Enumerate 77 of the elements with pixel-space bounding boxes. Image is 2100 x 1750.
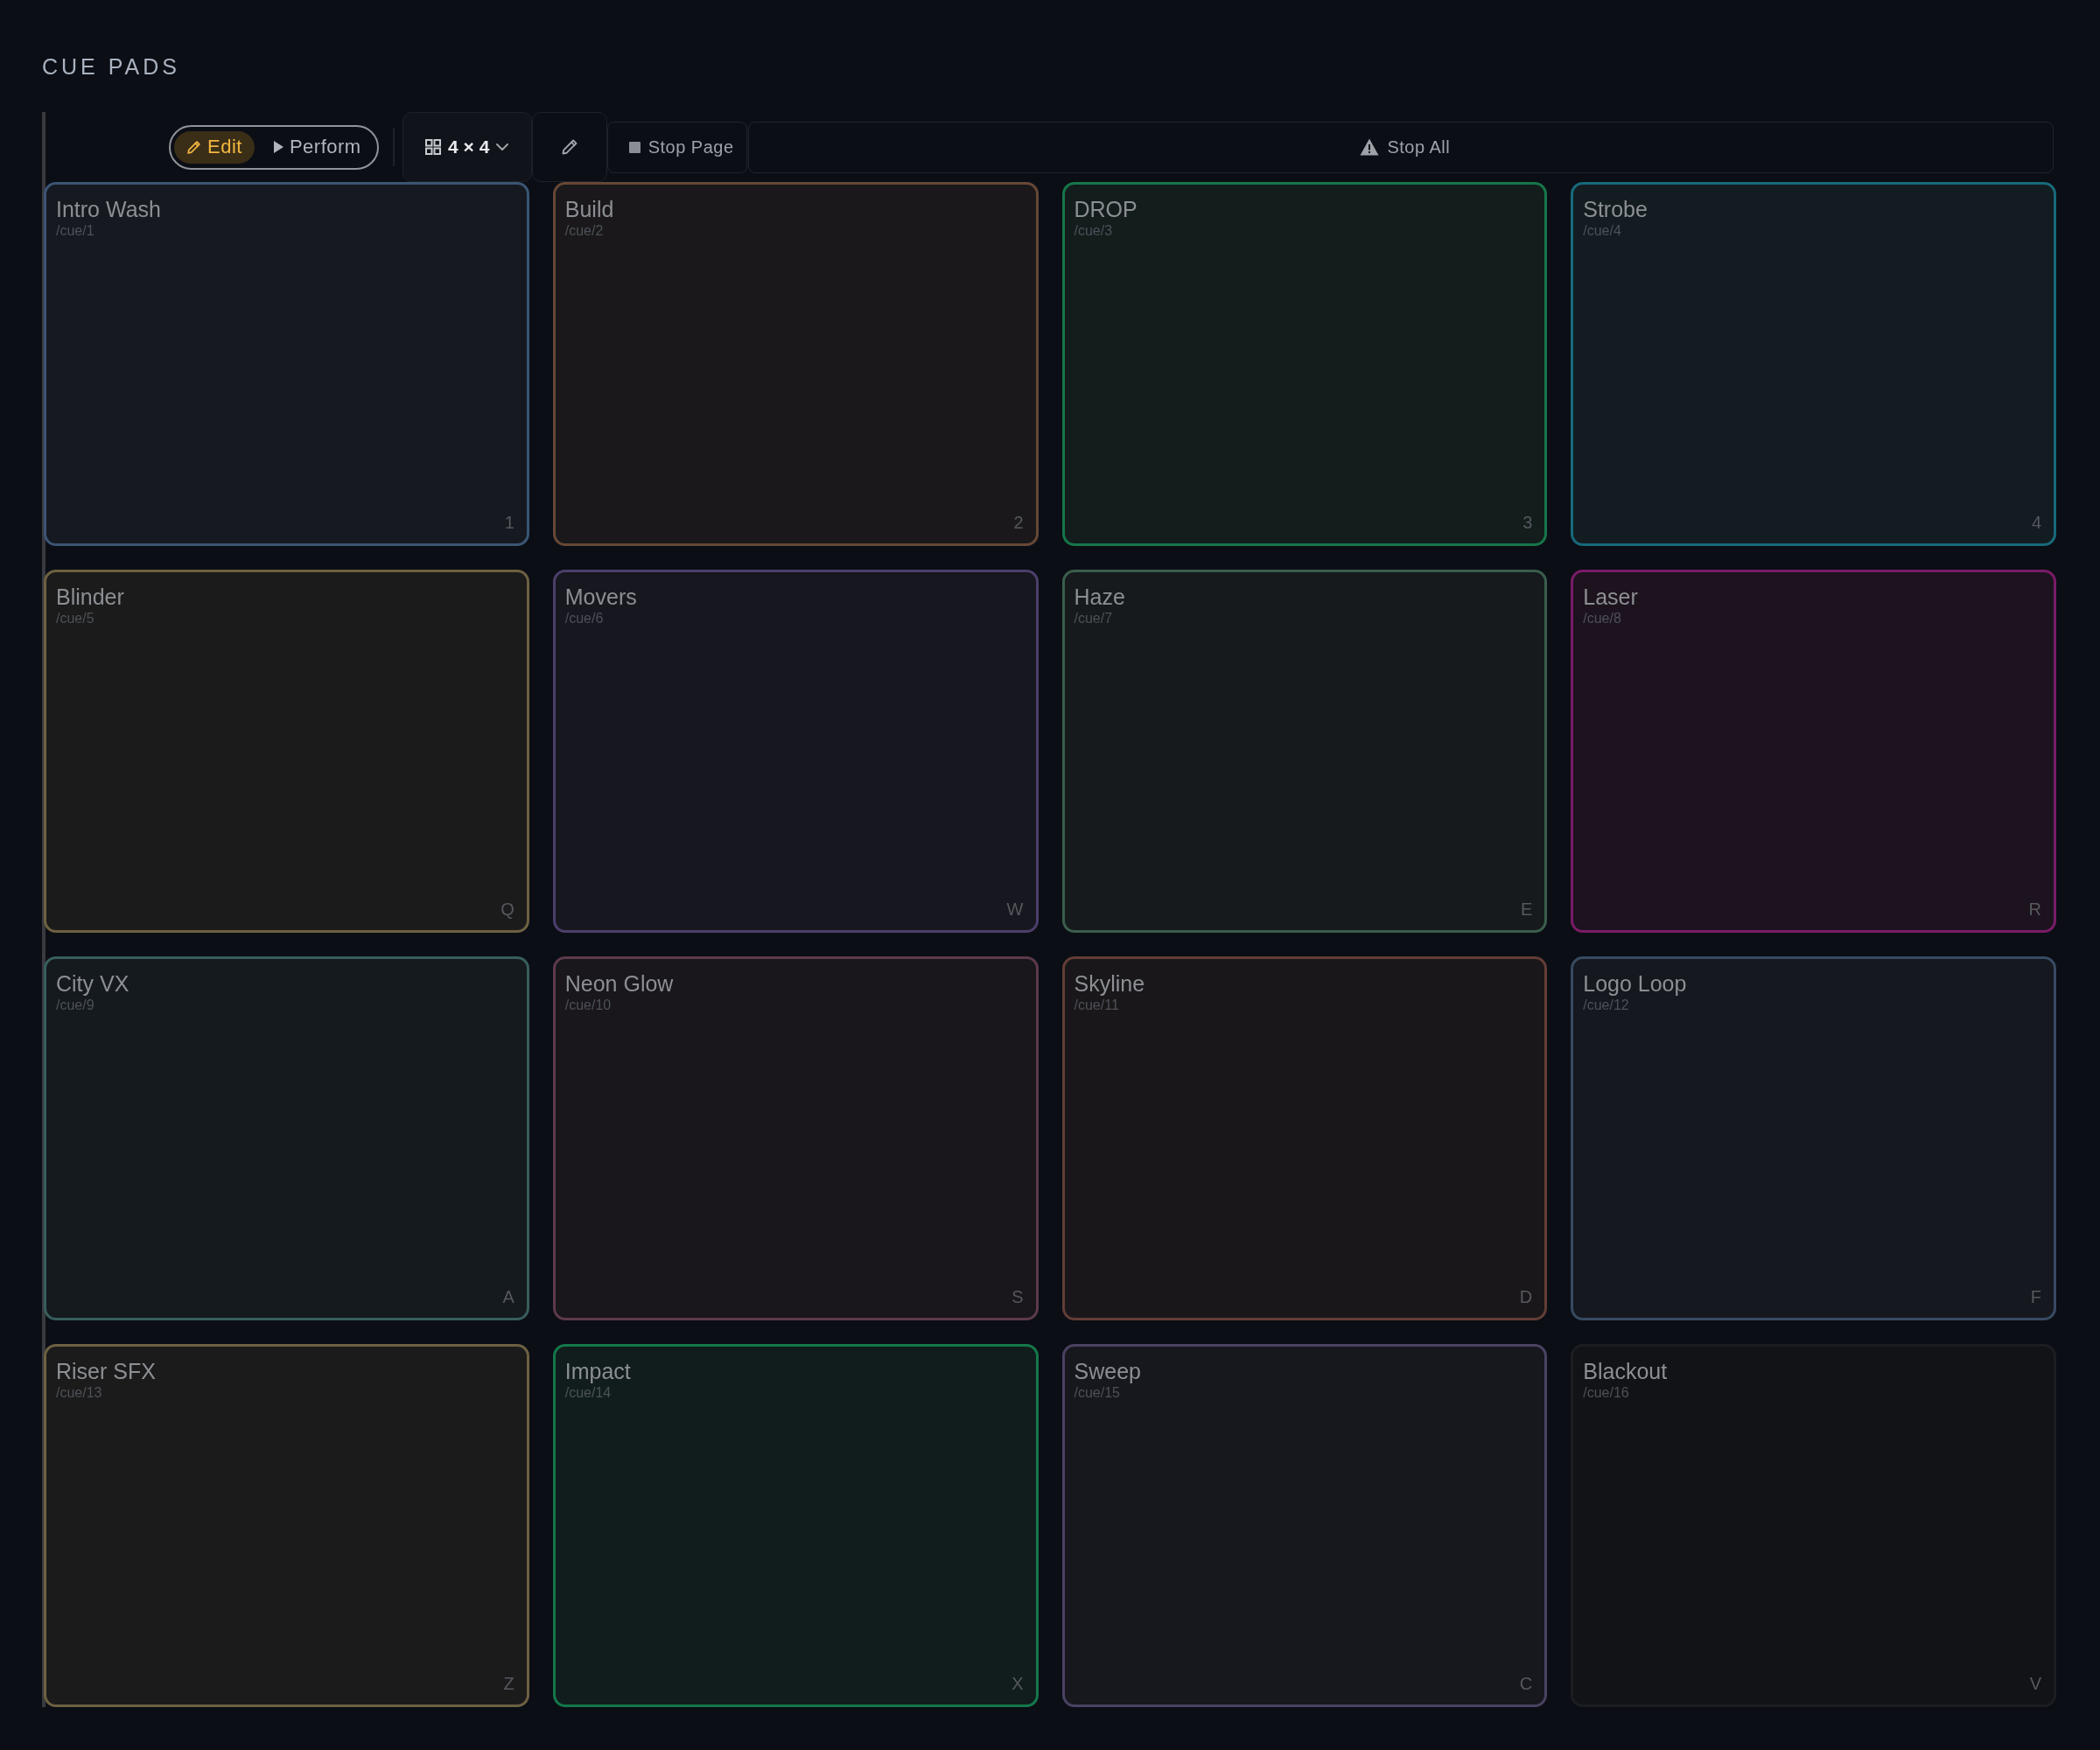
pad-path: /cue/3 bbox=[1074, 222, 1113, 240]
pad-path: /cue/9 bbox=[56, 997, 94, 1014]
pad-path: /cue/8 bbox=[1583, 609, 1621, 627]
key-hint: X bbox=[1012, 1673, 1024, 1694]
cue-pad[interactable]: Laser /cue/8 R bbox=[1571, 569, 2056, 933]
cue-pad[interactable]: Neon Glow /cue/10 S bbox=[552, 956, 1039, 1320]
pad-path: /cue/7 bbox=[1074, 609, 1113, 627]
key-hint: A bbox=[502, 1285, 514, 1307]
pad-path: /cue/11 bbox=[1074, 997, 1119, 1014]
key-hint: E bbox=[1520, 899, 1533, 920]
pad-name: Blinder bbox=[56, 583, 124, 610]
pad-name: Logo Loop bbox=[1583, 970, 1687, 997]
pad-path: /cue/2 bbox=[564, 222, 604, 240]
cue-pad[interactable]: Blinder /cue/5 Q bbox=[44, 569, 529, 933]
pad-path: /cue/14 bbox=[564, 1383, 612, 1402]
stop-page-button[interactable]: Stop Page bbox=[606, 121, 747, 173]
pad-path: /cue/1 bbox=[56, 222, 94, 240]
cue-pad[interactable]: City VX /cue/9 A bbox=[44, 956, 529, 1320]
pad-path: /cue/6 bbox=[564, 609, 604, 627]
pad-name: Laser bbox=[1583, 583, 1638, 610]
section-title: CUE PADS bbox=[42, 53, 181, 80]
pad-path: /cue/5 bbox=[56, 609, 94, 627]
pad-name: Sweep bbox=[1074, 1357, 1141, 1384]
pad-name: DROP bbox=[1074, 196, 1138, 222]
cue-pad[interactable]: Impact /cue/14 X bbox=[552, 1343, 1039, 1707]
pad-name: City VX bbox=[56, 970, 130, 997]
key-hint: 3 bbox=[1522, 511, 1533, 533]
cue-pad[interactable]: Haze /cue/7 E bbox=[1061, 569, 1548, 933]
cue-pad[interactable]: DROP /cue/3 3 bbox=[1061, 182, 1548, 546]
cue-pad[interactable]: Intro Wash /cue/1 1 bbox=[44, 182, 529, 546]
grid-size-dropdown[interactable]: 4 × 4 bbox=[402, 112, 532, 182]
pad-name: Movers bbox=[564, 583, 637, 610]
pad-name: Riser SFX bbox=[56, 1357, 156, 1384]
key-hint: D bbox=[1519, 1285, 1533, 1307]
grid-icon bbox=[425, 139, 441, 155]
key-hint: S bbox=[1012, 1285, 1024, 1307]
key-hint: Q bbox=[500, 899, 514, 920]
cue-pad[interactable]: Movers /cue/6 W bbox=[552, 569, 1039, 933]
stop-icon bbox=[628, 141, 640, 153]
pad-path: /cue/16 bbox=[1583, 1383, 1629, 1402]
warning-icon bbox=[1360, 138, 1380, 156]
pad-path: /cue/4 bbox=[1583, 222, 1621, 240]
pencil-icon bbox=[560, 138, 578, 156]
key-hint: F bbox=[2030, 1285, 2041, 1307]
key-hint: 2 bbox=[1013, 511, 1024, 533]
key-hint: Z bbox=[503, 1673, 514, 1694]
mode-tab[interactable]: Edit bbox=[174, 130, 255, 164]
pad-name: Haze bbox=[1074, 583, 1125, 610]
pad-path: /cue/13 bbox=[56, 1383, 102, 1402]
cue-pad[interactable]: Logo Loop /cue/12 F bbox=[1571, 956, 2056, 1320]
pad-name: Strobe bbox=[1583, 196, 1648, 222]
pad-name: Impact bbox=[564, 1357, 631, 1384]
key-hint: V bbox=[2029, 1673, 2041, 1694]
pad-name: Neon Glow bbox=[564, 970, 674, 997]
stop-all-button[interactable]: Stop All bbox=[747, 121, 2054, 173]
pad-name: Build bbox=[564, 196, 614, 222]
pad-name: Blackout bbox=[1583, 1357, 1668, 1384]
pad-path: /cue/12 bbox=[1583, 997, 1629, 1014]
cue-pad[interactable]: Blackout /cue/16 V bbox=[1571, 1343, 2056, 1707]
pad-name: Intro Wash bbox=[56, 196, 161, 222]
mode-tab[interactable]: Perform bbox=[261, 130, 374, 164]
pencil-icon bbox=[186, 139, 201, 155]
caret-icon bbox=[496, 144, 509, 150]
key-hint: R bbox=[2028, 899, 2041, 920]
cue-pad[interactable]: Strobe /cue/4 4 bbox=[1571, 182, 2056, 546]
cue-pad[interactable]: Build /cue/2 2 bbox=[552, 182, 1039, 546]
play-icon bbox=[273, 141, 284, 153]
cue-pad[interactable]: Sweep /cue/15 C bbox=[1061, 1343, 1548, 1707]
key-hint: C bbox=[1519, 1673, 1533, 1694]
pad-path: /cue/15 bbox=[1074, 1383, 1120, 1402]
key-hint: 4 bbox=[2031, 511, 2041, 533]
key-hint: W bbox=[1006, 899, 1024, 920]
key-hint: 1 bbox=[504, 511, 514, 533]
pad-name: Skyline bbox=[1074, 970, 1145, 997]
pad-path: /cue/10 bbox=[564, 997, 612, 1014]
cue-pad[interactable]: Skyline /cue/11 D bbox=[1061, 956, 1548, 1320]
cue-pad[interactable]: Riser SFX /cue/13 Z bbox=[44, 1343, 529, 1707]
